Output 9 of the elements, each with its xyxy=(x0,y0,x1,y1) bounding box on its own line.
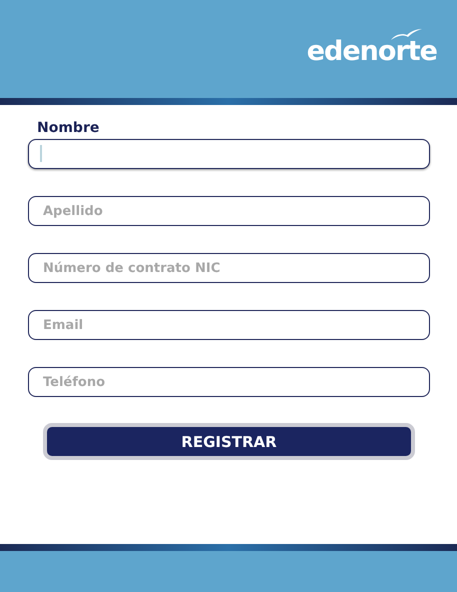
logo-text: edenorte xyxy=(306,38,437,65)
input-field[interactable] xyxy=(28,139,430,169)
register-button[interactable]: REGISTRAR xyxy=(43,423,415,460)
input-field[interactable]: Teléfono xyxy=(28,367,430,397)
input-field[interactable]: Número de contrato NIC xyxy=(28,253,430,283)
text-cursor xyxy=(40,145,42,162)
input-field[interactable]: Apellido xyxy=(28,196,430,226)
input-field[interactable]: Email xyxy=(28,310,430,340)
field-label: Nombre xyxy=(37,119,100,137)
